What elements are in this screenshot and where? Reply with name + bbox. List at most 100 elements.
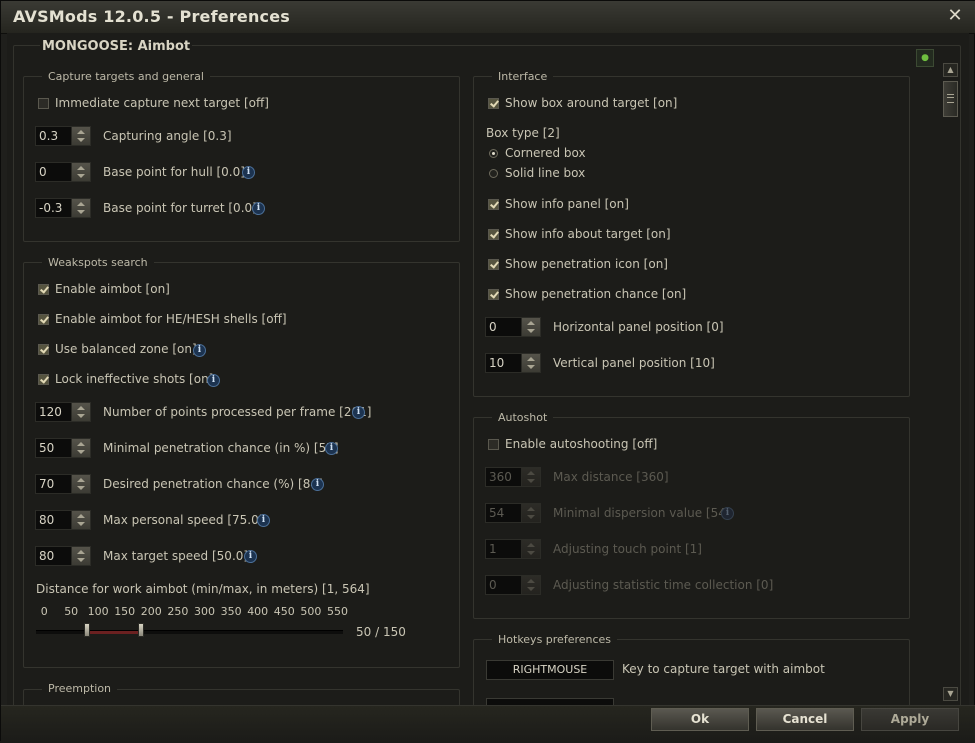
touch-point-stepper[interactable] — [521, 540, 540, 558]
title-bar[interactable]: AVSMods 12.0.5 - Preferences ✕ — [1, 1, 975, 34]
capture-group-label: Capture targets and general — [42, 70, 210, 83]
points-per-frame-stepper[interactable] — [71, 403, 90, 421]
interface-group-label: Interface — [492, 70, 554, 83]
turret-point-label: Base point for turret [0.0] — [103, 201, 257, 215]
max-target-speed-label: Max target speed [50.0] — [103, 549, 249, 563]
points-per-frame-input[interactable]: 120 — [35, 402, 91, 422]
balanced-zone-checkbox[interactable] — [38, 344, 49, 355]
capture-hotkey-field[interactable]: RIGHTMOUSE — [486, 660, 614, 680]
capturing-angle-value: 0.3 — [39, 129, 59, 143]
show-box-checkbox[interactable] — [488, 98, 499, 109]
distance-max-handle[interactable] — [137, 623, 144, 637]
distance-tick-label: 250 — [167, 605, 189, 618]
capturing-angle-stepper[interactable] — [71, 127, 90, 145]
turret-point-input[interactable]: -0.3 — [35, 198, 91, 218]
info-panel-label: Show info panel [on] — [505, 197, 629, 211]
hull-point-stepper[interactable] — [71, 163, 90, 181]
max-distance-stepper[interactable] — [521, 468, 540, 486]
capture-hotkey-label: Key to capture target with aimbot — [622, 662, 825, 676]
info-icon[interactable]: i — [721, 507, 734, 520]
ok-button[interactable]: Ok — [651, 708, 749, 731]
info-icon[interactable]: i — [325, 442, 338, 455]
info-target-checkbox[interactable] — [488, 229, 499, 240]
distance-min-handle[interactable] — [84, 623, 91, 637]
vertical-position-label: Vertical panel position [10] — [553, 356, 715, 370]
scrollbar-thumb[interactable] — [943, 81, 958, 117]
status-icon[interactable]: ● — [916, 49, 934, 67]
immediate-capture-checkbox[interactable] — [38, 98, 49, 109]
horizontal-position-input[interactable]: 0 — [485, 317, 541, 337]
lock-shots-label: Lock ineffective shots [on] — [55, 372, 214, 386]
max-personal-speed-label: Max personal speed [75.0] — [103, 513, 264, 527]
vertical-position-input[interactable]: 10 — [485, 353, 541, 373]
info-icon[interactable]: i — [193, 344, 206, 357]
horizontal-position-stepper[interactable] — [521, 318, 540, 336]
info-icon[interactable]: i — [207, 374, 220, 387]
distance-range-value: 50 / 150 — [356, 625, 406, 639]
min-dispersion-value: 54 — [489, 506, 505, 520]
penetration-chance-label: Show penetration chance [on] — [505, 287, 687, 301]
info-icon[interactable]: i — [311, 478, 324, 491]
info-icon[interactable]: i — [242, 166, 255, 179]
penetration-icon-label: Show penetration icon [on] — [505, 257, 668, 271]
info-icon[interactable]: i — [257, 514, 270, 527]
max-personal-speed-stepper[interactable] — [71, 511, 90, 529]
touch-point-input[interactable]: 1 — [485, 539, 541, 559]
close-icon[interactable]: ✕ — [945, 6, 965, 26]
distance-tick-label: 500 — [300, 605, 322, 618]
max-target-speed-input[interactable]: 80 — [35, 546, 91, 566]
cornered-box-radio[interactable] — [489, 149, 498, 158]
hull-point-label: Base point for hull [0.0] — [103, 165, 245, 179]
desired-penetration-input[interactable]: 70 — [35, 474, 91, 494]
max-personal-speed-input[interactable]: 80 — [35, 510, 91, 530]
lock-shots-checkbox[interactable] — [38, 374, 49, 385]
min-dispersion-input[interactable]: 54 — [485, 503, 541, 523]
hotkeys-group-label: Hotkeys preferences — [492, 633, 618, 646]
penetration-chance-checkbox[interactable] — [488, 289, 499, 300]
scrollbar[interactable]: ▲ ▼ — [943, 63, 958, 703]
distance-label: Distance for work aimbot (min/max, in me… — [36, 582, 370, 596]
penetration-icon-checkbox[interactable] — [488, 259, 499, 270]
apply-button[interactable]: Apply — [861, 708, 959, 731]
weakspots-group-label: Weakspots search — [42, 256, 154, 269]
scroll-up-icon[interactable]: ▲ — [943, 63, 958, 77]
capturing-angle-input[interactable]: 0.3 — [35, 126, 91, 146]
max-distance-input[interactable]: 360 — [485, 467, 541, 487]
min-dispersion-label: Minimal dispersion value [54] — [553, 506, 731, 520]
info-icon[interactable]: i — [252, 202, 265, 215]
scroll-down-icon[interactable]: ▼ — [943, 687, 958, 701]
distance-tick-label: 300 — [194, 605, 215, 618]
info-icon[interactable]: i — [352, 406, 365, 419]
enable-he-label: Enable aimbot for HE/HESH shells [off] — [55, 312, 287, 326]
min-penetration-input[interactable]: 50 — [35, 438, 91, 458]
desired-penetration-label: Desired penetration chance (%) [84] — [103, 477, 323, 491]
cancel-button[interactable]: Cancel — [756, 708, 854, 731]
balanced-zone-label: Use balanced zone [on] — [55, 342, 197, 356]
statistic-time-input[interactable]: 0 — [485, 575, 541, 595]
distance-tick-label: 0 — [40, 605, 48, 618]
min-penetration-stepper[interactable] — [71, 439, 90, 457]
solid-box-radio[interactable] — [489, 169, 498, 178]
statistic-time-stepper[interactable] — [521, 576, 540, 594]
hull-point-input[interactable]: 0 — [35, 162, 91, 182]
hull-point-value: 0 — [39, 165, 47, 179]
preferences-window: AVSMods 12.0.5 - Preferences ✕ MONGOOSE:… — [0, 0, 975, 743]
touch-point-label: Adjusting touch point [1] — [553, 542, 702, 556]
enable-he-checkbox[interactable] — [38, 314, 49, 325]
desired-penetration-stepper[interactable] — [71, 475, 90, 493]
window-title: AVSMods 12.0.5 - Preferences — [13, 7, 291, 26]
turret-point-stepper[interactable] — [71, 199, 90, 217]
info-panel-checkbox[interactable] — [488, 199, 499, 210]
min-penetration-label: Minimal penetration chance (in %) [57] — [103, 441, 339, 455]
min-dispersion-stepper[interactable] — [521, 504, 540, 522]
distance-slider-track[interactable] — [36, 630, 343, 634]
max-target-speed-stepper[interactable] — [71, 547, 90, 565]
vertical-position-stepper[interactable] — [521, 354, 540, 372]
touch-point-value: 1 — [489, 542, 497, 556]
immediate-capture-label: Immediate capture next target [off] — [55, 96, 269, 110]
enable-aimbot-checkbox[interactable] — [38, 284, 49, 295]
max-distance-label: Max distance [360] — [553, 470, 669, 484]
points-per-frame-label: Number of points processed per frame [20… — [103, 405, 372, 419]
info-icon[interactable]: i — [244, 550, 257, 563]
autoshooting-checkbox[interactable] — [488, 439, 499, 450]
